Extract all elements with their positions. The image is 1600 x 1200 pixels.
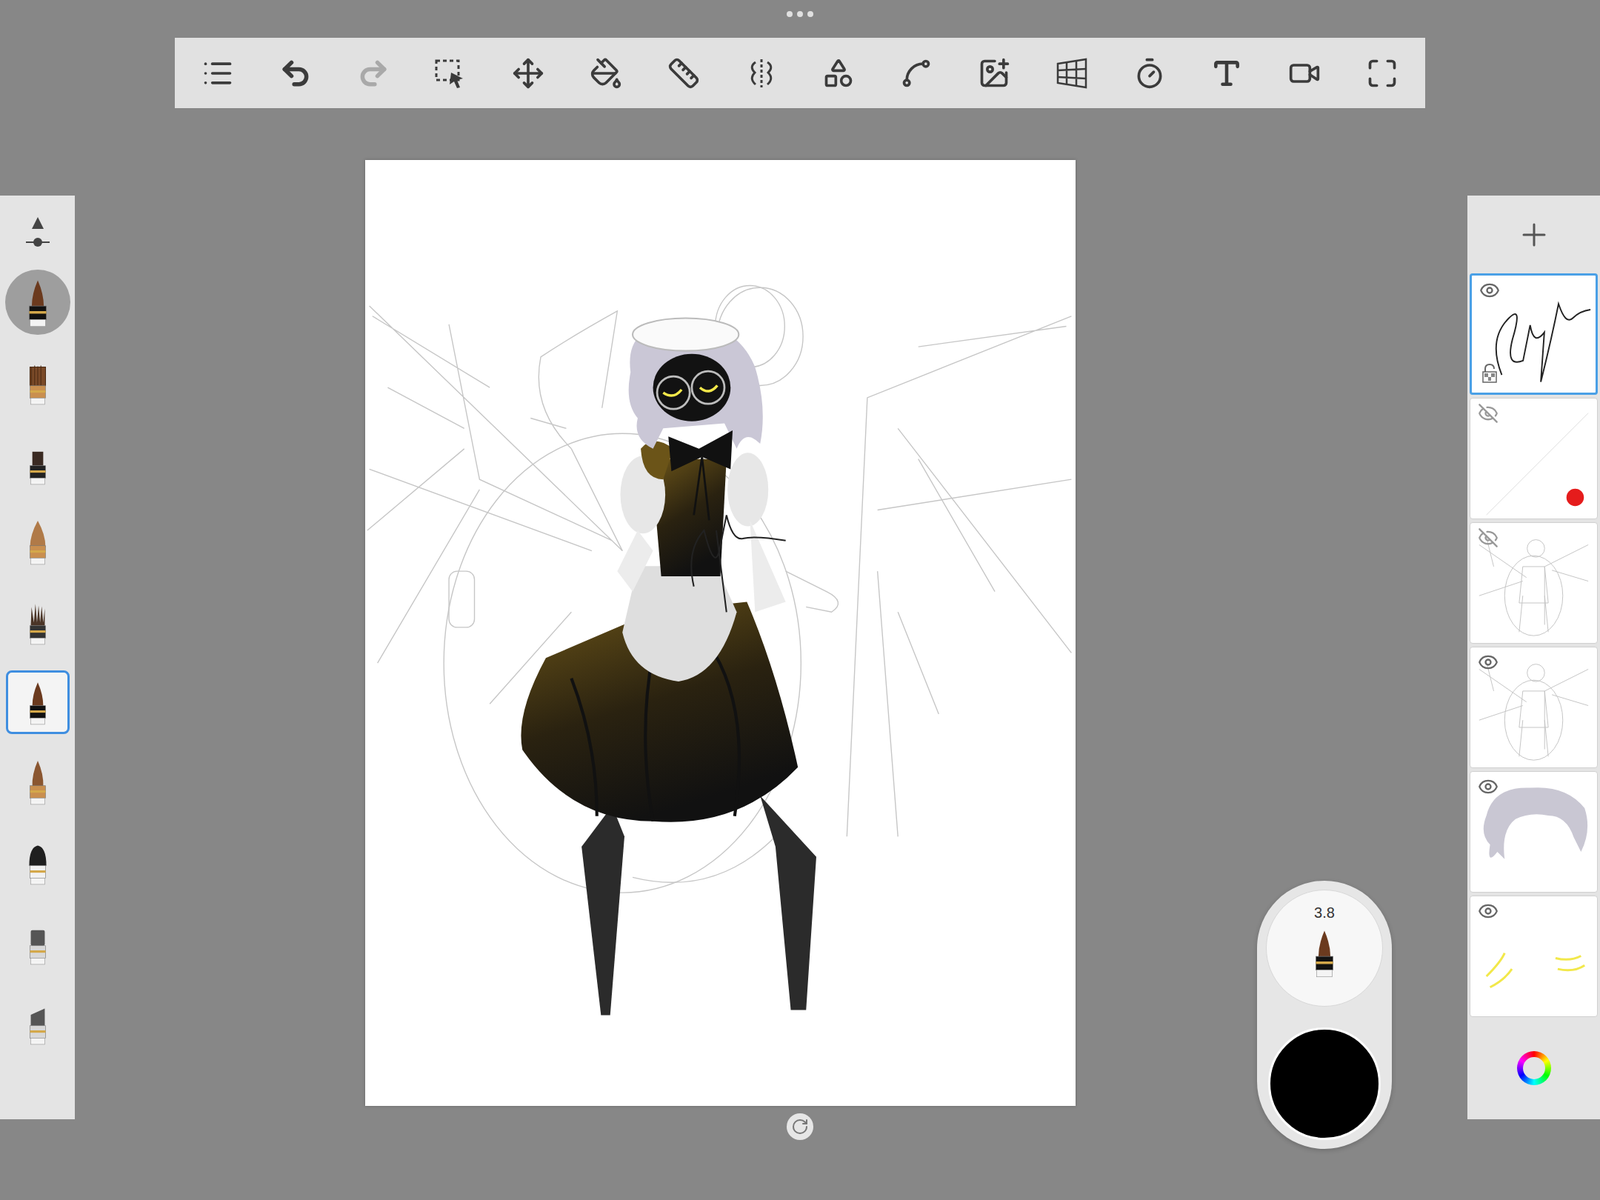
brush-slot[interactable]	[5, 510, 70, 575]
brush-settings[interactable]	[0, 195, 75, 270]
toolbar-button[interactable]	[895, 52, 938, 95]
fullscreen-icon	[1365, 57, 1399, 90]
multitask-handle[interactable]	[0, 0, 1600, 38]
visibility-toggle[interactable]	[1477, 776, 1499, 798]
artwork[interactable]	[365, 160, 1076, 1106]
toolbar-button[interactable]	[1283, 52, 1326, 95]
layer-thumbnail[interactable]	[1469, 397, 1598, 520]
brush-size-dial[interactable]: 3.8	[1265, 889, 1383, 1007]
visibility-toggle[interactable]	[1477, 651, 1499, 673]
eye-icon	[1477, 776, 1499, 798]
toolbar-button[interactable]	[1128, 52, 1171, 95]
brush-color[interactable]	[1268, 1027, 1381, 1140]
stroke-icon	[900, 57, 933, 90]
toolbar-button[interactable]	[197, 52, 239, 95]
brush-slot[interactable]	[5, 910, 70, 975]
round-brush-icon	[22, 519, 54, 566]
visibility-toggle[interactable]	[1477, 900, 1499, 922]
layer-list	[1467, 273, 1600, 1018]
eye-icon	[1477, 651, 1499, 673]
canvas[interactable]	[365, 160, 1076, 1106]
brush-slot[interactable]	[5, 350, 70, 415]
plus-icon	[1516, 217, 1552, 253]
text-tool-icon	[1210, 57, 1243, 90]
brush-puck[interactable]: 3.8	[1257, 880, 1392, 1149]
symmetry-icon	[744, 56, 779, 91]
pointed-brush-icon	[22, 759, 54, 806]
color-editor-button[interactable]	[1467, 1017, 1600, 1120]
brush-slot[interactable]	[5, 750, 70, 815]
record-icon	[1288, 57, 1321, 90]
eye-off-icon	[1477, 527, 1499, 549]
chisel-brush-icon	[22, 999, 54, 1046]
move-icon	[511, 57, 545, 90]
toolbar-button[interactable]	[585, 52, 627, 95]
toolbar-button[interactable]	[817, 52, 860, 95]
sketchbook-app: 3.8	[0, 0, 1600, 1200]
rotate-canvas-button[interactable]	[786, 1113, 814, 1140]
toolbar-button[interactable]	[973, 52, 1015, 95]
layer-thumbnail[interactable]	[1469, 522, 1598, 644]
ink-brush-icon	[20, 277, 55, 329]
toolbar-button[interactable]	[1205, 52, 1248, 95]
toolbar-button[interactable]	[740, 52, 783, 95]
time-lapse-icon	[1133, 57, 1166, 90]
rotate-icon	[791, 1117, 809, 1136]
layer-thumbnail[interactable]	[1469, 771, 1598, 893]
handle-dot	[786, 11, 793, 18]
alpha-lock-icon[interactable]	[1480, 362, 1499, 384]
toolbar-button[interactable]	[1361, 52, 1403, 95]
shapes-icon	[822, 57, 855, 90]
handle-dot	[807, 11, 814, 18]
layer-thumbnail[interactable]	[1469, 273, 1598, 395]
selection-icon	[433, 56, 468, 91]
brush-slot[interactable]	[5, 430, 70, 495]
flat-brush-icon	[22, 359, 54, 406]
eye-icon	[1477, 900, 1499, 922]
ink-brush-icon	[1307, 927, 1342, 979]
perspective-icon	[1054, 56, 1089, 91]
brush-size: 3.8	[1314, 903, 1335, 922]
toolbar-button[interactable]	[1051, 52, 1093, 95]
undo-icon	[279, 57, 312, 90]
fill-icon	[589, 57, 623, 90]
visibility-toggle[interactable]	[1477, 402, 1499, 424]
brush-slot[interactable]	[5, 670, 70, 735]
size-slider-icon	[22, 215, 53, 250]
powder-brush-icon	[22, 839, 54, 886]
bristle-brush-icon	[22, 599, 54, 646]
color-wheel-icon	[1517, 1051, 1552, 1086]
marker-brush-icon	[22, 919, 54, 966]
toolbar-button[interactable]	[662, 52, 705, 95]
toolbar-button[interactable]	[429, 52, 472, 95]
redo-icon	[357, 57, 390, 90]
add-image-icon	[977, 57, 1011, 90]
brush-slot[interactable]	[5, 830, 70, 895]
toolbar	[174, 37, 1426, 109]
brush-palette	[0, 195, 75, 1120]
small-flat-brush-icon	[22, 439, 54, 486]
add-layer-button[interactable]	[1467, 195, 1600, 274]
toolbar-button[interactable]	[507, 52, 549, 95]
layer-thumbnail[interactable]	[1469, 895, 1598, 1018]
visibility-toggle[interactable]	[1479, 280, 1500, 301]
visibility-toggle[interactable]	[1477, 527, 1499, 549]
brush-slot[interactable]	[5, 590, 70, 655]
toolbar-button[interactable]	[274, 52, 317, 95]
menu-icon	[201, 57, 235, 90]
handle-dot	[797, 11, 803, 18]
current-brush[interactable]	[5, 269, 71, 335]
ruler-icon	[667, 57, 700, 90]
eye-off-icon	[1477, 402, 1499, 424]
layer-thumbnail[interactable]	[1469, 646, 1598, 769]
layer-panel	[1467, 195, 1600, 1120]
toolbar-button[interactable]	[352, 52, 395, 95]
eye-icon	[1479, 280, 1500, 301]
ink-brush-icon	[22, 679, 54, 726]
brush-slot[interactable]	[5, 990, 70, 1055]
